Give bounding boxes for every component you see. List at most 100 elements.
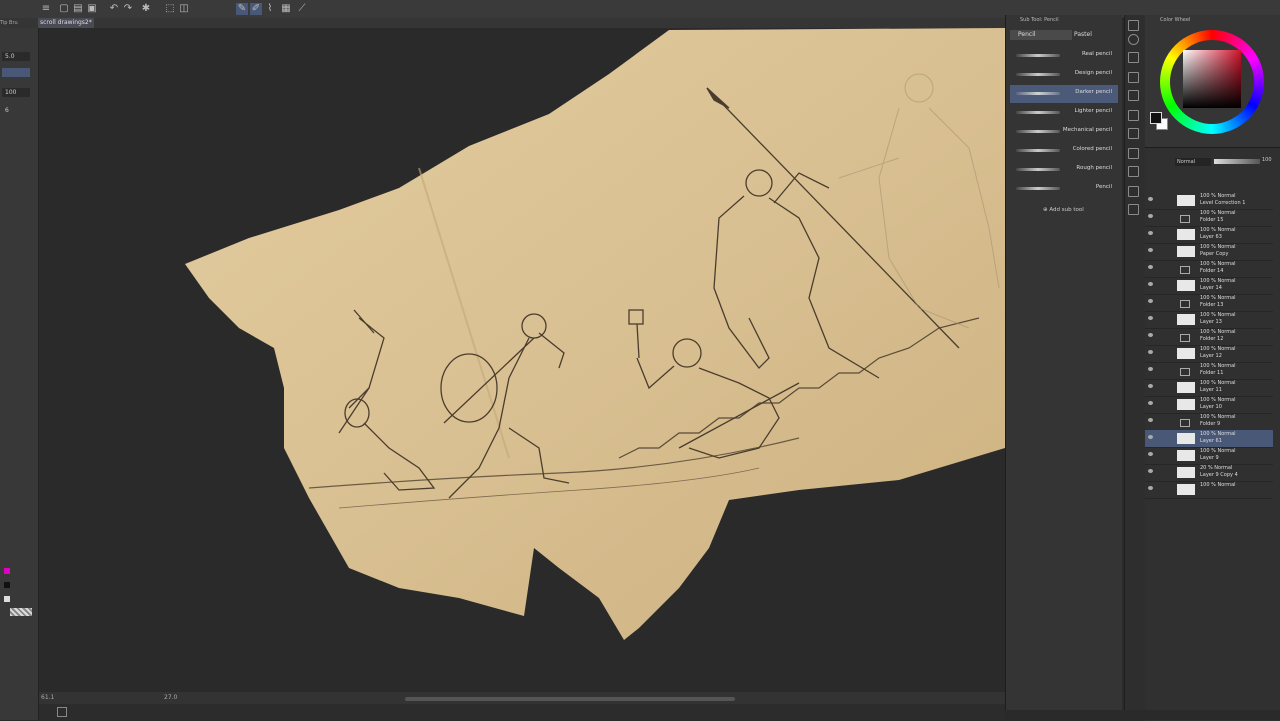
visibility-eye-icon[interactable] [1148, 231, 1153, 235]
layer-opacity-value[interactable]: 100 [1262, 157, 1272, 163]
layer-name-label: Layer 12 [1200, 353, 1222, 359]
layer-row[interactable]: 100 % Normal Layer 12 [1145, 345, 1273, 363]
layer-folder-row[interactable]: 100 % Normal Folder 11 [1145, 362, 1273, 380]
layer-icon[interactable]: ▦ [280, 3, 292, 15]
layer-row[interactable]: 100 % Normal Layer 10 [1145, 396, 1273, 414]
brush-mechanical-pencil[interactable]: Mechanical pencil [1010, 123, 1118, 141]
palette-icon[interactable] [1128, 20, 1139, 31]
visibility-eye-icon[interactable] [1148, 265, 1153, 269]
zoom-readout[interactable]: 61.1 [41, 692, 54, 704]
pen-tool-icon[interactable]: ✎ [236, 3, 248, 15]
menu-icon[interactable]: ≡ [40, 3, 52, 15]
save-icon[interactable]: ▣ [86, 3, 98, 15]
new-file-icon[interactable]: ▢ [58, 3, 70, 15]
visibility-eye-icon[interactable] [1148, 350, 1153, 354]
brush-size-icon[interactable] [1128, 204, 1139, 215]
brush-rough-pencil[interactable]: Rough pencil [1010, 161, 1118, 179]
brush-real-pencil[interactable]: Real pencil [1010, 47, 1118, 65]
layer-row[interactable]: 100 % Normal Layer 11 [1145, 379, 1273, 397]
color-swatch-magenta[interactable] [4, 568, 10, 574]
layer-blend-label: 100 % Normal [1200, 295, 1236, 301]
layer-folder-row[interactable]: 100 % Normal Folder 14 [1145, 260, 1273, 278]
visibility-eye-icon[interactable] [1148, 452, 1153, 456]
info-icon[interactable] [1128, 148, 1139, 159]
brush-stroke-preview [1016, 111, 1060, 114]
brush-colored-pencil[interactable]: Colored pencil [1010, 142, 1118, 160]
auto-action-icon[interactable] [1128, 166, 1139, 177]
color-swatch-white[interactable] [4, 596, 10, 602]
layer-row[interactable]: 100 % Normal Layer 14 [1145, 277, 1273, 295]
ruler-icon[interactable]: ⟋ [296, 3, 308, 15]
brush-darker-pencil[interactable]: Darker pencil [1010, 85, 1118, 103]
visibility-eye-icon[interactable] [1148, 214, 1153, 218]
color-swatch-black[interactable] [4, 582, 10, 588]
crop-icon[interactable]: ◫ [178, 3, 190, 15]
layer-thumbnail [1177, 229, 1195, 240]
material-icon[interactable] [1128, 110, 1139, 121]
layer-row[interactable]: 100 % Normal Layer 13 [1145, 311, 1273, 329]
layer-row[interactable]: 100 % Normal [1145, 481, 1273, 499]
visibility-eye-icon[interactable] [1148, 316, 1153, 320]
opacity-field[interactable]: 100 [2, 88, 30, 97]
layer-folder-row[interactable]: 100 % Normal Folder 12 [1145, 328, 1273, 346]
brush-lighter-pencil[interactable]: Lighter pencil [1010, 104, 1118, 122]
visibility-eye-icon[interactable] [1148, 197, 1153, 201]
add-sub-tool-button[interactable]: ⊕ Add sub tool [1043, 207, 1084, 213]
layer-row[interactable]: 20 % Normal Layer 9 Copy 4 [1145, 464, 1273, 482]
brush-design-pencil[interactable]: Design pencil [1010, 66, 1118, 84]
layer-opacity-slider[interactable] [1214, 159, 1260, 164]
transparent-swatch[interactable] [10, 608, 32, 616]
visibility-eye-icon[interactable] [1148, 435, 1153, 439]
saturation-value-square[interactable] [1183, 50, 1241, 108]
transform-icon[interactable]: ⬚ [164, 3, 176, 15]
brush-icon[interactable]: ⌇ [264, 3, 276, 15]
layer-row[interactable]: 100 % Normal Layer 9 [1145, 447, 1273, 465]
close-icon[interactable] [1128, 90, 1139, 101]
layer-folder-row[interactable]: 100 % Normal Folder 9 [1145, 413, 1273, 431]
folder-icon [1180, 416, 1190, 427]
visibility-eye-icon[interactable] [1148, 486, 1153, 490]
settings-icon[interactable]: ✱ [140, 3, 152, 15]
layer-folder-row[interactable]: 100 % Normal Folder 15 [1145, 209, 1273, 227]
layer-property-icon[interactable] [1128, 52, 1139, 63]
extra-field[interactable]: 6 [2, 106, 30, 115]
document-tab[interactable]: scroll drawings2* [38, 18, 94, 28]
open-file-icon[interactable]: ▤ [72, 3, 84, 15]
visibility-eye-icon[interactable] [1148, 469, 1153, 473]
redo-icon[interactable]: ↷ [122, 3, 134, 15]
visibility-eye-icon[interactable] [1148, 401, 1153, 405]
visibility-eye-icon[interactable] [1148, 282, 1153, 286]
layer-row[interactable]: 100 % Normal Layer 61 [1145, 430, 1273, 448]
visibility-eye-icon[interactable] [1148, 333, 1153, 337]
tab-pencil[interactable]: Pencil [1010, 30, 1072, 40]
visibility-eye-icon[interactable] [1148, 248, 1153, 252]
brush-preview-bar[interactable] [2, 68, 30, 77]
visibility-eye-icon[interactable] [1148, 299, 1153, 303]
layer-thumbnail [1177, 467, 1195, 478]
undo-icon[interactable]: ↶ [108, 3, 120, 15]
layer-row[interactable]: 100 % Normal Paper Copy [1145, 243, 1273, 261]
layer-folder-row[interactable]: 100 % Normal Folder 13 [1145, 294, 1273, 312]
brush-label: Mechanical pencil [1062, 127, 1112, 133]
angle-readout[interactable]: 27.0 [164, 692, 177, 704]
blend-mode-select[interactable]: Normal [1175, 158, 1211, 166]
layer-row[interactable]: 100 % Normal Level Correction 1 [1145, 192, 1273, 210]
navigator-panel-icon[interactable] [1128, 128, 1139, 139]
drawing-canvas[interactable] [39, 28, 1005, 692]
navigator-icon[interactable] [57, 707, 67, 717]
visibility-eye-icon[interactable] [1148, 367, 1153, 371]
brush-stroke-preview [1016, 54, 1060, 57]
history-icon[interactable] [1128, 72, 1139, 83]
visibility-eye-icon[interactable] [1148, 384, 1153, 388]
search-icon[interactable] [1128, 34, 1139, 45]
tab-pastel[interactable]: Pastel [1066, 30, 1124, 40]
brush-pencil[interactable]: Pencil [1010, 180, 1118, 198]
left-panel-tab[interactable]: Tip Bru [0, 18, 36, 28]
visibility-eye-icon[interactable] [1148, 418, 1153, 422]
foreground-color-swatch[interactable] [1150, 112, 1162, 124]
horizontal-scrollbar[interactable] [405, 697, 735, 701]
item-bank-icon[interactable] [1128, 186, 1139, 197]
pencil-tool-icon[interactable]: ✐ [250, 3, 262, 15]
layer-row[interactable]: 100 % Normal Layer 63 [1145, 226, 1273, 244]
brush-size-field[interactable]: 5.0 [2, 52, 30, 61]
